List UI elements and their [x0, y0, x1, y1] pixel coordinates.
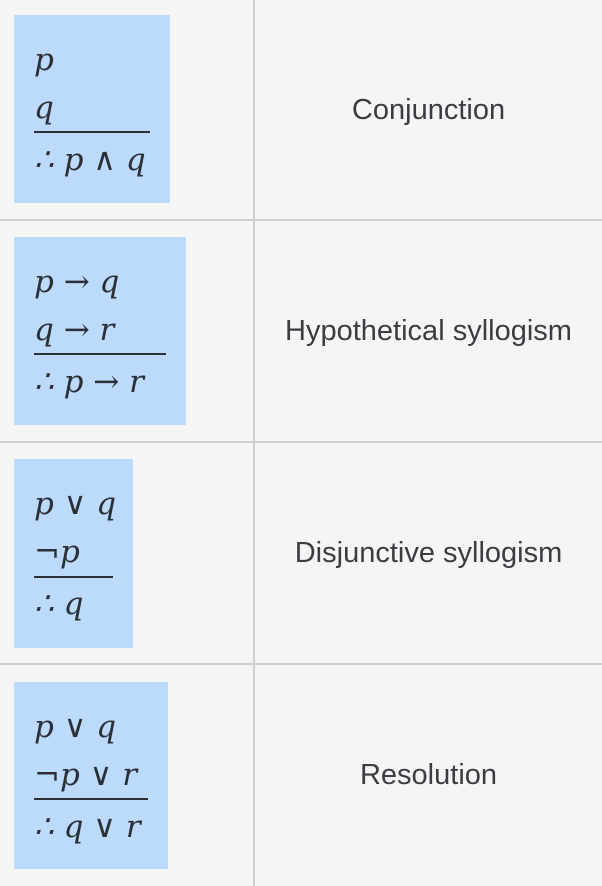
conclusion: ∴ q [34, 586, 84, 622]
conclusion: ∴ q ∨ r [34, 809, 141, 845]
table-row: p ∨ q ¬p ∨ r ∴ q ∨ r Resolution [0, 665, 602, 886]
rule-formula: p ∨ q ¬p ∴ q [14, 459, 133, 648]
premise-2: ¬p [34, 534, 80, 570]
premise-1: p → q [34, 264, 120, 300]
premise-2: q [34, 90, 54, 126]
rule-name: Disjunctive syllogism [294, 537, 563, 569]
premise-1: p [34, 42, 54, 78]
premise-2: ¬p ∨ r [34, 757, 138, 793]
rule-name: Hypothetical syllogism [285, 315, 572, 347]
premise-1: p ∨ q [34, 486, 117, 522]
premise-1: p ∨ q [34, 709, 117, 745]
rule-formula: p q ∴ p ∧ q [14, 15, 170, 203]
inference-bar [34, 798, 148, 800]
rule-formula: p → q q → r ∴ p → r [14, 237, 186, 425]
premise-2: q → r [34, 312, 115, 348]
rules-of-inference-table: p q ∴ p ∧ q Conjunction p → q q → r ∴ p … [0, 0, 602, 886]
inference-bar [34, 131, 150, 133]
table-row: p q ∴ p ∧ q Conjunction [0, 0, 602, 221]
inference-bar [34, 576, 113, 578]
inference-bar [34, 353, 166, 355]
conclusion: ∴ p ∧ q [34, 142, 146, 178]
table-row: p ∨ q ¬p ∴ q Disjunctive syllogism [0, 443, 602, 664]
rule-formula: p ∨ q ¬p ∨ r ∴ q ∨ r [14, 682, 168, 869]
conclusion: ∴ p → r [34, 364, 144, 400]
rule-name: Conjunction [351, 94, 506, 126]
table-row: p → q q → r ∴ p → r Hypothetical syllogi… [0, 221, 602, 442]
rule-name: Resolution [359, 759, 498, 791]
